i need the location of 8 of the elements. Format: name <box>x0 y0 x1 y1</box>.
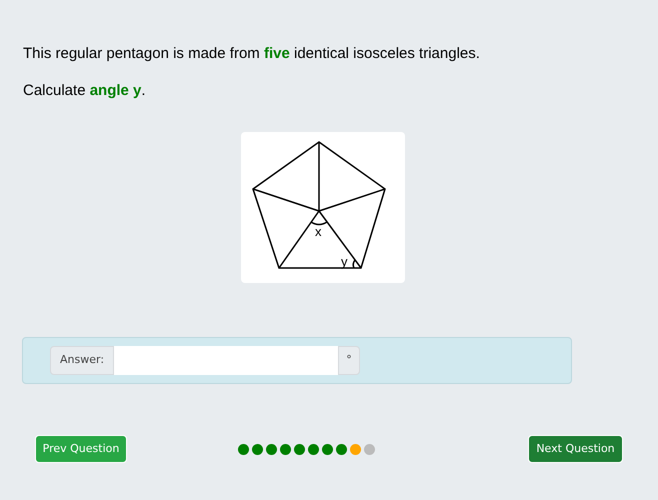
answer-label: Answer: <box>50 346 114 375</box>
unit-label: ° <box>338 346 360 375</box>
next-question-button[interactable]: Next Question <box>528 435 623 463</box>
answer-field[interactable] <box>114 346 338 375</box>
question-text: This regular pentagon is made from five identical isosceles triangles. <box>23 44 480 64</box>
prev-question-button[interactable]: Prev Question <box>35 435 127 463</box>
angle-label: x <box>315 224 322 239</box>
question-text: Calculate angle y. <box>23 80 146 100</box>
